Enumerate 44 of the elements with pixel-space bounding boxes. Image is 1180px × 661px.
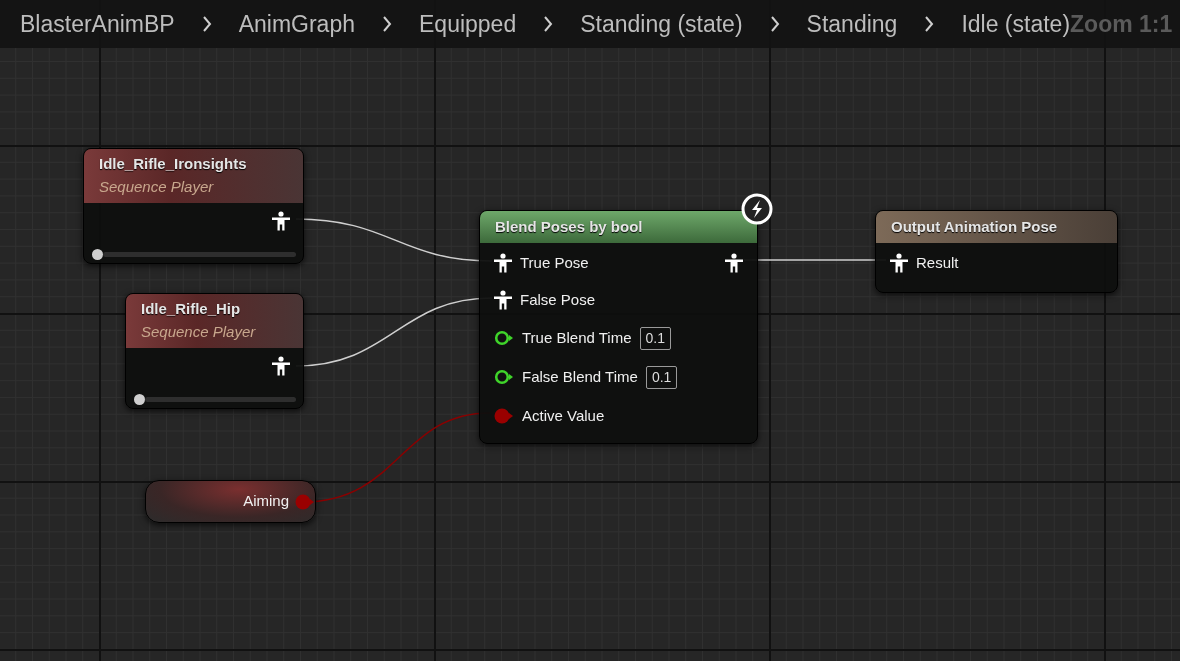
node-subtitle: Sequence Player xyxy=(141,321,257,342)
sequence-player-node[interactable]: Idle_Rifle_Ironsights Sequence Player xyxy=(83,148,304,264)
node-subtitle: Sequence Player xyxy=(99,176,215,197)
sequence-player-node[interactable]: Idle_Rifle_Hip Sequence Player xyxy=(125,293,304,409)
person-icon xyxy=(272,356,290,376)
person-icon xyxy=(494,290,512,310)
pin-label: Result xyxy=(916,252,959,273)
pin-icon xyxy=(494,330,514,346)
pin-icon xyxy=(494,369,514,385)
person-icon xyxy=(890,253,908,273)
node-title: Idle_Rifle_Hip xyxy=(141,299,242,319)
chevron-icon xyxy=(769,16,780,32)
breadcrumb-item[interactable]: BlasterAnimBP xyxy=(20,6,175,42)
pin-label: False Blend Time xyxy=(522,366,638,387)
value-field[interactable]: 0.1 xyxy=(639,326,671,350)
pin-icon xyxy=(295,492,315,511)
chevron-icon xyxy=(201,16,212,32)
node-title: Idle_Rifle_Ironsights xyxy=(99,154,248,174)
blend-node[interactable]: Blend Poses by bool True Pose False Pose True Blend Time 0.1 False Blend Time 0.1 Active Value xyxy=(479,210,758,444)
breadcrumb-item[interactable]: Equipped xyxy=(419,6,517,42)
breadcrumb-item[interactable]: Idle (state) xyxy=(961,6,1071,42)
pin-label: True Blend Time xyxy=(522,327,632,348)
node-title: Blend Poses by bool xyxy=(495,217,644,237)
chevron-icon xyxy=(543,16,554,32)
pin-label: Active Value xyxy=(522,405,605,426)
breadcrumb-item[interactable]: Standing xyxy=(806,6,898,42)
pin-label: True Pose xyxy=(520,252,589,273)
slider-thumb[interactable] xyxy=(134,394,145,405)
slider-thumb[interactable] xyxy=(92,249,103,260)
pin-label: False Pose xyxy=(520,289,596,310)
person-icon xyxy=(272,211,290,231)
pin-icon xyxy=(494,407,514,425)
output-node[interactable]: Output Animation Pose Result xyxy=(875,210,1118,293)
node-title: Output Animation Pose xyxy=(891,217,1059,237)
variable-label: Aiming xyxy=(243,491,289,512)
breadcrumb-item[interactable]: AnimGraph xyxy=(238,6,355,42)
chevron-icon xyxy=(382,16,392,32)
variable-node[interactable]: Aiming xyxy=(145,480,316,523)
value-field[interactable]: 0.1 xyxy=(645,365,678,389)
zoom-label: Zoom 1:1 xyxy=(1070,9,1173,39)
chevron-icon xyxy=(924,16,935,32)
person-icon xyxy=(725,253,743,273)
person-icon xyxy=(494,253,512,273)
breadcrumb-item[interactable]: Standing (state) xyxy=(580,6,743,42)
